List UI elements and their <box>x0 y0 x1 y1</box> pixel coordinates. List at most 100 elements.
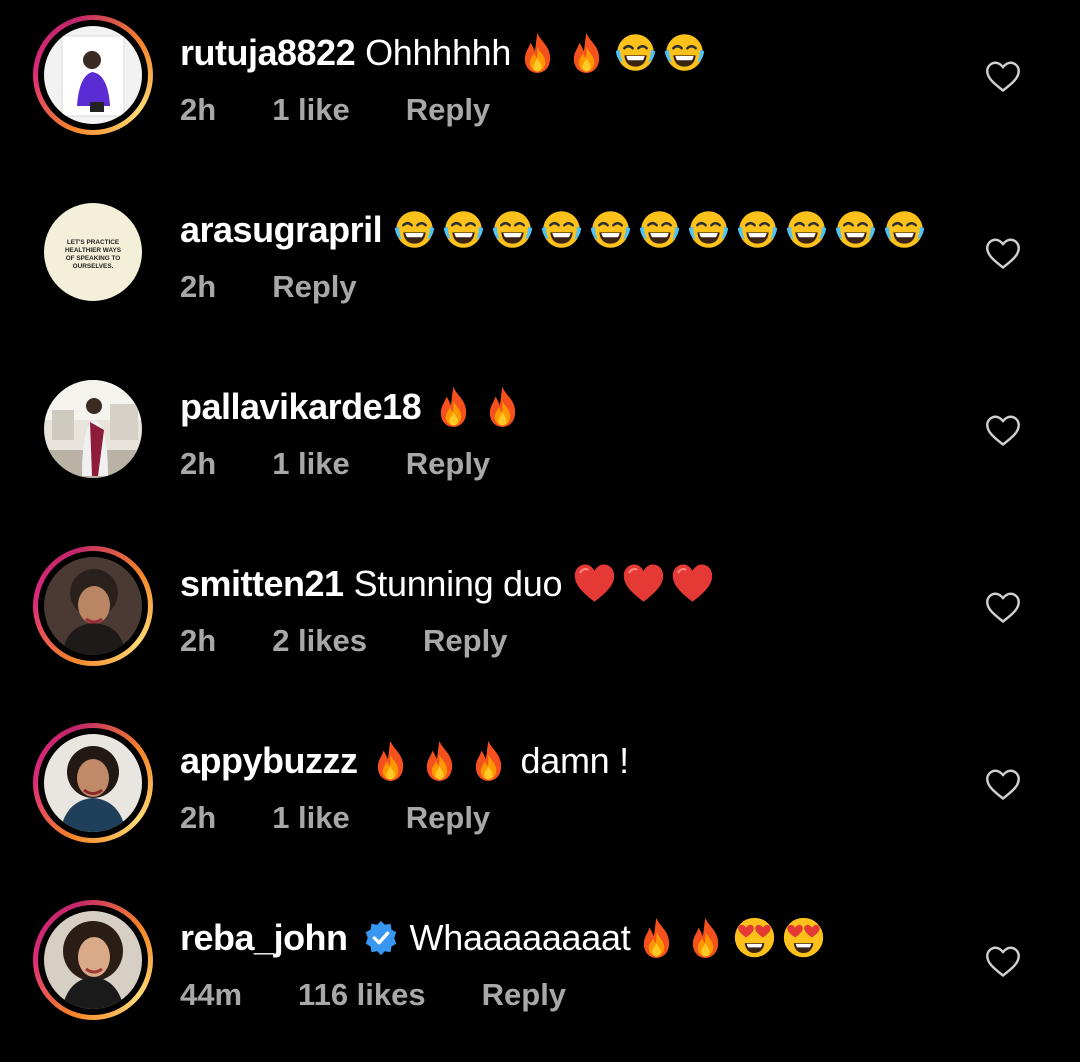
emoji-group <box>515 30 707 75</box>
like-heart-icon[interactable] <box>985 60 1021 94</box>
comment-time: 2h <box>180 269 217 304</box>
fire-icon <box>634 915 679 960</box>
likes-count[interactable]: 1 like <box>272 798 350 838</box>
comment-text: Stunning duo <box>353 562 563 604</box>
comment-text-line: appybuzzz damn ! <box>180 738 629 783</box>
fire-icon <box>466 738 511 783</box>
comment-item: LET'S PRACTICE HEALTHIER WAYS OF SPEAKIN… <box>0 177 1080 354</box>
joy-emoji-icon <box>784 207 829 252</box>
joy-emoji-icon <box>686 207 731 252</box>
comment-text-line: rutuja8822 Ohhhhhh <box>180 30 707 75</box>
comment-text-line: reba_john Whaaaaaaaat <box>180 915 826 960</box>
joy-emoji-icon <box>392 207 437 252</box>
fire-icon <box>417 738 462 783</box>
joy-emoji-icon <box>735 207 780 252</box>
likes-count[interactable]: 1 like <box>272 444 350 484</box>
avatar-text-line: LET'S PRACTICE <box>67 239 120 246</box>
fire-icon <box>480 384 525 429</box>
comment-time: 2h <box>180 92 217 127</box>
reply-button[interactable]: Reply <box>406 444 490 484</box>
fire-icon <box>368 738 413 783</box>
comment-time: 2h <box>180 446 217 481</box>
avatar-photo <box>44 26 142 124</box>
emoji-group <box>368 738 511 783</box>
comment-text-line: pallavikarde18 <box>180 384 525 429</box>
reply-button[interactable]: Reply <box>423 621 507 661</box>
username[interactable]: reba_john <box>180 916 348 960</box>
red-heart-icon <box>670 561 715 606</box>
comment-text-line: smitten21 Stunning duo <box>180 561 715 606</box>
like-heart-icon[interactable] <box>985 237 1021 271</box>
avatar-photo <box>44 557 142 655</box>
reply-button[interactable]: Reply <box>482 975 566 1015</box>
verified-badge-icon <box>362 919 400 957</box>
username[interactable]: pallavikarde18 <box>180 385 422 429</box>
heart-eyes-emoji-icon <box>781 915 826 960</box>
reply-button[interactable]: Reply <box>272 267 356 307</box>
joy-emoji-icon <box>441 207 486 252</box>
joy-emoji-icon <box>833 207 878 252</box>
fire-icon <box>683 915 728 960</box>
red-heart-icon <box>572 561 617 606</box>
username[interactable]: rutuja8822 <box>180 31 356 75</box>
comment-meta: 2h Reply <box>180 267 413 307</box>
like-heart-icon[interactable] <box>985 414 1021 448</box>
emoji-group <box>572 561 715 606</box>
comment-text: damn ! <box>520 739 630 781</box>
comment-time: 2h <box>180 623 217 658</box>
comment-item: rutuja8822 Ohhhhhh 2h 1 like Reply <box>0 0 1080 177</box>
likes-count[interactable]: 116 likes <box>298 975 426 1015</box>
joy-emoji-icon <box>613 30 658 75</box>
avatar-photo <box>44 734 142 832</box>
joy-emoji-icon <box>662 30 707 75</box>
comment-item: smitten21 Stunning duo 2h 2 likes Reply <box>0 531 1080 708</box>
comment-meta: 2h 1 like Reply <box>180 90 546 130</box>
comment-meta: 44m 116 likes Reply <box>180 975 622 1015</box>
comment-item: reba_john Whaaaaaaaat 44m 116 likes Repl… <box>0 885 1080 1062</box>
joy-emoji-icon <box>588 207 633 252</box>
avatar-photo: LET'S PRACTICE HEALTHIER WAYS OF SPEAKIN… <box>44 203 142 301</box>
joy-emoji-icon <box>882 207 927 252</box>
comment-text-line: arasugrapril <box>180 207 927 252</box>
username[interactable]: smitten21 <box>180 562 344 606</box>
like-heart-icon[interactable] <box>985 768 1021 802</box>
avatar-arasugrapril[interactable]: LET'S PRACTICE HEALTHIER WAYS OF SPEAKIN… <box>33 192 153 312</box>
avatar-smitten21[interactable] <box>33 546 153 666</box>
heart-eyes-emoji-icon <box>732 915 777 960</box>
avatar-appybuzzz[interactable] <box>33 723 153 843</box>
avatar-rutuja8822[interactable] <box>33 15 153 135</box>
comment-item: pallavikarde18 2h 1 like Reply <box>0 354 1080 531</box>
joy-emoji-icon <box>539 207 584 252</box>
comment-time: 2h <box>180 800 217 835</box>
avatar-text-line: OF SPEAKING TO <box>66 255 121 262</box>
like-heart-icon[interactable] <box>985 591 1021 625</box>
fire-icon <box>564 30 609 75</box>
comment-text: Whaaaaaaaat <box>409 916 631 958</box>
comment-meta: 2h 2 likes Reply <box>180 621 563 661</box>
avatar-reba-john[interactable] <box>33 900 153 1020</box>
avatar-pallavikarde18[interactable] <box>33 369 153 489</box>
like-heart-icon[interactable] <box>985 945 1021 979</box>
avatar-photo <box>44 380 142 478</box>
joy-emoji-icon <box>490 207 535 252</box>
comment-meta: 2h 1 like Reply <box>180 444 546 484</box>
emoji-group <box>431 384 525 429</box>
red-heart-icon <box>621 561 666 606</box>
fire-icon <box>431 384 476 429</box>
comment-time: 44m <box>180 977 243 1012</box>
comment-text: Ohhhhhh <box>365 31 512 73</box>
likes-count[interactable]: 2 likes <box>272 621 367 661</box>
likes-count[interactable]: 1 like <box>272 90 350 130</box>
comment-item: appybuzzz damn ! 2h 1 like Reply <box>0 708 1080 885</box>
reply-button[interactable]: Reply <box>406 798 490 838</box>
fire-icon <box>515 30 560 75</box>
joy-emoji-icon <box>637 207 682 252</box>
avatar-text-line: HEALTHIER WAYS <box>65 247 122 254</box>
username[interactable]: arasugrapril <box>180 208 383 252</box>
avatar-text-line: OURSELVES. <box>73 263 114 270</box>
reply-button[interactable]: Reply <box>406 90 490 130</box>
emoji-group <box>392 207 927 252</box>
username[interactable]: appybuzzz <box>180 739 358 783</box>
emoji-group <box>634 915 826 960</box>
comment-meta: 2h 1 like Reply <box>180 798 546 838</box>
